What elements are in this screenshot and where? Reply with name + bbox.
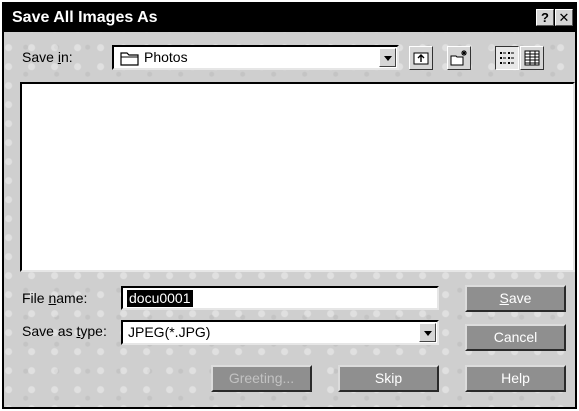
file-name-input[interactable]: docu0001: [121, 286, 439, 310]
help-button[interactable]: Help: [465, 365, 566, 392]
save-button[interactable]: Save: [465, 285, 566, 312]
save-all-images-dialog: Save All Images As ? ✕ Save in: Photos F…: [2, 2, 577, 409]
save-in-value: Photos: [144, 49, 188, 65]
save-as-type-dropdown-arrow[interactable]: [419, 323, 436, 342]
save-in-dropdown-arrow[interactable]: [379, 48, 396, 67]
help-title-button[interactable]: ?: [536, 9, 554, 26]
details-view-button[interactable]: [520, 46, 544, 70]
cancel-button[interactable]: Cancel: [465, 324, 566, 351]
folder-icon: [120, 52, 139, 66]
list-view-icon: [500, 52, 514, 64]
new-folder-button[interactable]: [447, 46, 471, 70]
save-in-dropdown[interactable]: Photos: [112, 45, 399, 70]
details-view-icon: [524, 50, 540, 66]
file-name-value: docu0001: [127, 290, 193, 307]
save-as-type-dropdown[interactable]: JPEG(*.JPG): [121, 320, 439, 345]
up-folder-icon: [413, 52, 429, 65]
file-name-label: File name:: [22, 290, 88, 306]
close-button[interactable]: ✕: [555, 9, 573, 26]
save-as-type-label: Save as type:: [22, 323, 107, 339]
greeting-button[interactable]: Greeting...: [211, 365, 312, 392]
dialog-title: Save All Images As: [12, 9, 158, 26]
file-list[interactable]: [20, 82, 575, 272]
new-folder-icon: [450, 50, 467, 66]
list-view-button[interactable]: [495, 46, 519, 70]
save-as-type-value: JPEG(*.JPG): [128, 324, 211, 340]
save-in-label: Save in:: [22, 49, 73, 65]
title-bar: Save All Images As ? ✕: [4, 4, 575, 32]
up-one-level-button[interactable]: [409, 46, 433, 70]
skip-button[interactable]: Skip: [338, 365, 439, 392]
